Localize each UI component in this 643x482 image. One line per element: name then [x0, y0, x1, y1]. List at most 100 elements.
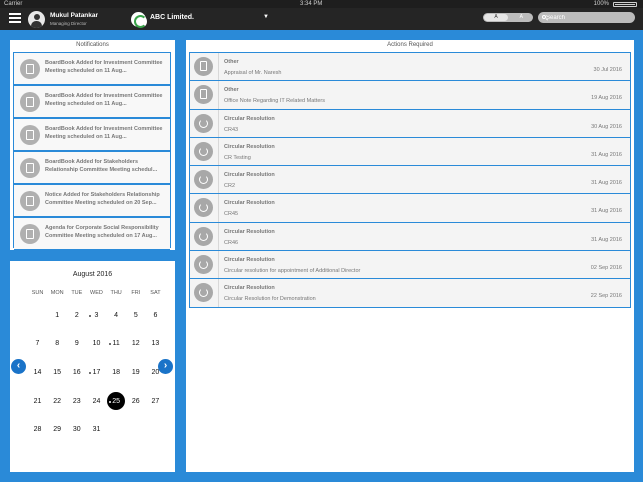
circular-icon	[194, 141, 213, 161]
action-type: Other	[224, 59, 239, 65]
calendar-day[interactable]: 5	[126, 312, 145, 319]
action-description: Circular Resolution for Demonstration	[224, 296, 316, 303]
action-item[interactable]: Circular Resolution CR46 31 Aug 2016	[190, 222, 630, 252]
calendar-day[interactable]: 14	[28, 369, 47, 376]
calendar-day[interactable]: 3	[87, 312, 106, 319]
calendar-day[interactable]: 4	[107, 312, 126, 319]
notification-item[interactable]: BoardBook Added for Stakeholders Relatio…	[14, 152, 170, 185]
chevron-left-icon[interactable]: ‹	[11, 359, 26, 374]
action-date: 31 Aug 2016	[591, 180, 622, 187]
action-item[interactable]: Circular Resolution CR Testing 31 Aug 2016	[190, 137, 630, 167]
weekday-label: FRI	[131, 290, 141, 296]
weekday-label: WED	[90, 290, 103, 296]
action-type: Circular Resolution	[224, 143, 275, 150]
circular-icon	[194, 283, 213, 303]
calendar-day-number: 25	[112, 397, 121, 405]
calendar-weekday-header: SUN MON TUE WED THU FRI SAT	[28, 290, 165, 296]
action-type: Circular Resolution	[224, 115, 275, 122]
action-item[interactable]: Circular Resolution CR43 30 Aug 2016	[190, 109, 630, 138]
calendar-day[interactable]: 8	[48, 340, 67, 347]
book-icon	[20, 158, 40, 178]
action-item[interactable]: Other Office Note Regarding IT Related Ma…	[190, 81, 630, 110]
action-description: CR45	[224, 211, 239, 218]
calendar-day[interactable]: 22	[48, 398, 67, 405]
calendar-day[interactable]: 12	[126, 340, 145, 347]
font-size-small-option[interactable]: A	[520, 13, 523, 22]
notifications-title: Notifications	[76, 42, 109, 48]
action-description: CR Testing	[224, 154, 251, 161]
calendar-week-row: 14 15 16 17 18 19 20	[28, 358, 165, 387]
action-icon-cell	[190, 279, 219, 307]
calendar-day[interactable]: 9	[67, 340, 86, 347]
calendar-day[interactable]: 7	[28, 340, 47, 347]
circular-icon	[194, 170, 213, 190]
calendar-day-number: 9	[74, 340, 79, 348]
weekday-label: TUE	[71, 290, 83, 296]
font-size-large-option[interactable]: A	[484, 14, 508, 21]
calendar-day-number: 30	[72, 426, 81, 434]
calendar-day[interactable]: 15	[48, 369, 67, 376]
calendar-day[interactable]: 1	[48, 312, 67, 319]
action-date: 30 Jul 2016	[593, 67, 622, 73]
calendar-day[interactable]: 6	[146, 312, 165, 319]
action-item[interactable]: Circular Resolution Circular Resolution f…	[190, 279, 630, 308]
calendar-day[interactable]: 28	[28, 426, 47, 433]
notification-item[interactable]: BoardBook Added for Investment Committee…	[14, 53, 170, 86]
action-type: Circular Resolution	[224, 285, 275, 292]
notifications-panel: Notifications BoardBook Added for Invest…	[10, 40, 175, 251]
action-item[interactable]: Circular Resolution CR45 31 Aug 2016	[190, 194, 630, 223]
calendar-day[interactable]: 10	[87, 340, 106, 347]
company-name[interactable]: ABC Limited.	[150, 14, 194, 21]
avatar[interactable]	[28, 10, 45, 28]
calendar-day[interactable]: 2	[67, 312, 86, 319]
search-box[interactable]	[538, 12, 635, 23]
action-type: Circular Resolution	[224, 228, 275, 235]
search-input[interactable]	[546, 12, 632, 23]
calendar-day[interactable]: 18	[107, 369, 126, 376]
calendar-day[interactable]: 11	[107, 340, 126, 347]
notification-item[interactable]: BoardBook Added for Investment Committee…	[14, 119, 170, 152]
action-date: 22 Sep 2016	[590, 293, 622, 300]
calendar-day-number: 2	[74, 311, 79, 319]
circular-icon	[194, 198, 213, 218]
calendar-day[interactable]: 21	[28, 398, 47, 405]
chevron-down-icon[interactable]: ▼	[263, 14, 269, 20]
calendar-day-number: 31	[92, 426, 101, 434]
book-icon	[20, 125, 40, 145]
calendar-day-number: 19	[131, 368, 140, 376]
calendar-day-number: 15	[53, 368, 62, 376]
calendar-day[interactable]: 16	[67, 369, 86, 376]
calendar-day[interactable]: 29	[48, 426, 67, 433]
user-name: Mukul Patankar	[50, 12, 99, 19]
calendar-day-number: 4	[114, 311, 119, 319]
calendar-week-row: 21 22 23 24 25 26 27	[28, 387, 165, 416]
notification-text: Agenda for Corporate Social Responsibili…	[45, 225, 159, 239]
status-bar: Carrier 3:34 PM 100%	[0, 0, 643, 8]
weekday-label: SAT	[150, 290, 161, 296]
font-size-toggle[interactable]: A A	[483, 13, 533, 22]
hamburger-menu-icon[interactable]	[9, 13, 21, 23]
calendar-day[interactable]: 13	[146, 340, 165, 347]
calendar-day[interactable]: 30	[67, 426, 86, 433]
action-date: 31 Aug 2016	[591, 208, 622, 215]
action-date: 19 Aug 2016	[591, 95, 622, 102]
calendar-week-row: 28 29 30 31	[28, 415, 165, 444]
calendar-day[interactable]: 17	[87, 369, 106, 376]
notification-item[interactable]: BoardBook Added for Investment Committee…	[14, 86, 170, 119]
calendar-day[interactable]: 24	[87, 398, 106, 405]
notification-item[interactable]: Agenda for Corporate Social Responsibili…	[14, 218, 170, 251]
actions-required-panel: Actions Required Other Appraisal of Mr. N…	[186, 40, 634, 472]
calendar-day[interactable]: 27	[146, 398, 165, 405]
calendar-day[interactable]: 23	[67, 398, 86, 405]
action-item[interactable]: Circular Resolution Circular resolution f…	[190, 251, 630, 280]
chevron-right-icon[interactable]: ›	[158, 359, 173, 374]
action-date: 02 Sep 2016	[590, 265, 622, 272]
action-item[interactable]: Circular Resolution CR2 31 Aug 2016	[190, 166, 630, 195]
action-description: Appraisal of Mr. Naresh	[224, 70, 282, 76]
notification-item[interactable]: Notice Added for Stakeholders Relationsh…	[14, 185, 170, 218]
calendar-day[interactable]: 19	[126, 369, 145, 376]
calendar-day[interactable]: 26	[126, 398, 145, 405]
action-item[interactable]: Other Appraisal of Mr. Naresh 30 Jul 2016	[190, 53, 630, 82]
calendar-day[interactable]: 25	[107, 392, 126, 411]
calendar-day[interactable]: 31	[87, 426, 106, 433]
